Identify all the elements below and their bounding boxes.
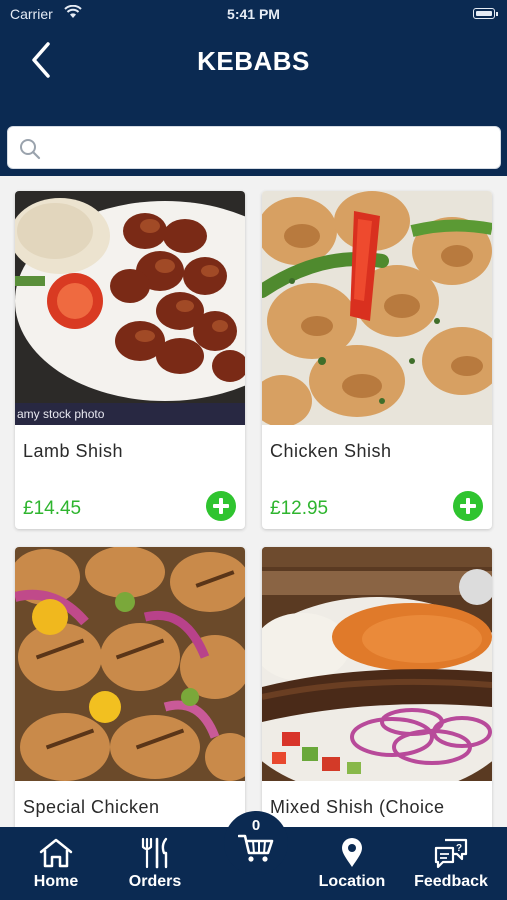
- add-to-cart-button[interactable]: [453, 491, 483, 521]
- chicken-shish-photo: [262, 191, 492, 425]
- tab-home[interactable]: Home: [6, 837, 106, 891]
- status-bar: Carrier 5:41 PM: [0, 0, 507, 28]
- product-card-mixed-shish[interactable]: Mixed Shish (Choice: [262, 547, 492, 827]
- tab-orders-label: Orders: [128, 873, 182, 890]
- shopping-cart-icon: [238, 834, 274, 862]
- product-name: Chicken Shish: [270, 441, 392, 461]
- tab-location-label: Location: [318, 873, 386, 890]
- clock: 5:41 PM: [227, 6, 280, 22]
- search-bar: [0, 124, 507, 176]
- mixed-shish-photo: [262, 547, 492, 781]
- product-card-lamb-shish[interactable]: amy stock photo Lamb Shish £14.45: [15, 191, 245, 529]
- home-icon: [39, 838, 73, 868]
- photo-watermark: amy stock photo: [15, 403, 245, 425]
- lamb-shish-photo: amy stock photo: [15, 191, 245, 425]
- tab-orders[interactable]: Orders: [105, 837, 205, 891]
- product-card-special-chicken[interactable]: Special Chicken: [15, 547, 245, 827]
- product-name: Mixed Shish (Choice: [270, 797, 445, 817]
- product-name: Special Chicken: [23, 797, 160, 817]
- search-input[interactable]: [50, 133, 490, 163]
- product-name: Lamb Shish: [23, 441, 124, 461]
- nav-header: KEBABS: [0, 28, 507, 124]
- svg-text:?: ?: [456, 843, 462, 854]
- product-price: £12.95: [270, 498, 329, 519]
- add-to-cart-button[interactable]: [206, 491, 236, 521]
- tab-home-label: Home: [33, 873, 79, 890]
- cutlery-icon: [141, 837, 168, 869]
- tab-feedback-label: Feedback: [414, 873, 488, 890]
- product-card-chicken-shish[interactable]: Chicken Shish £12.95: [262, 191, 492, 529]
- page-title: KEBABS: [197, 46, 310, 76]
- special-chicken-photo: [15, 547, 245, 781]
- tab-bar: Home Orders 0 Location ? Feedback: [0, 811, 507, 900]
- cart-count-badge: 0: [251, 817, 261, 834]
- product-grid: amy stock photo Lamb Shish £14.45 Chicke…: [0, 176, 507, 827]
- cart-button[interactable]: 0: [224, 811, 288, 875]
- battery-icon: [473, 8, 498, 19]
- tab-location[interactable]: Location: [302, 837, 402, 891]
- tab-feedback[interactable]: ? Feedback: [401, 837, 501, 891]
- feedback-chat-icon: ?: [434, 838, 468, 869]
- search-box[interactable]: [7, 126, 501, 169]
- product-price: £14.45: [23, 498, 82, 519]
- search-icon: [20, 139, 41, 160]
- location-pin-icon: [342, 838, 362, 867]
